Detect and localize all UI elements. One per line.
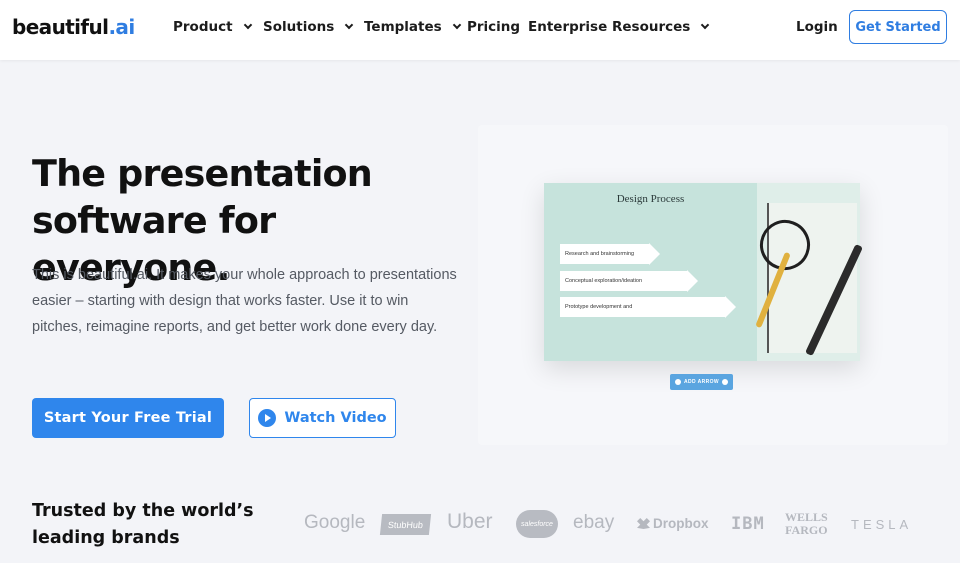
- dropbox-logo-text: Dropbox: [653, 516, 709, 531]
- ebay-logo: ebay: [573, 512, 615, 533]
- wells-fargo-line2: FARGO: [785, 523, 828, 537]
- chevron-down-icon: [345, 20, 354, 30]
- dropbox-icon: [637, 518, 650, 529]
- stubhub-logo: StubHub: [379, 514, 432, 535]
- watch-video-button[interactable]: Watch Video: [249, 398, 396, 438]
- top-navbar: beautiful.ai Product Solutions Templates…: [0, 0, 960, 60]
- nav-pricing[interactable]: Pricing: [467, 19, 520, 35]
- add-arrow-button[interactable]: ADD ARROW: [670, 374, 733, 390]
- logo-text: beautiful: [12, 15, 109, 39]
- play-icon: [258, 409, 277, 427]
- nav-solutions-label: Solutions: [263, 19, 335, 35]
- uber-logo: Uber: [447, 510, 493, 533]
- watch-video-label: Watch Video: [284, 410, 387, 426]
- chevron-down-icon: [701, 20, 710, 30]
- login-link[interactable]: Login: [796, 19, 838, 35]
- chevron-down-icon: [452, 20, 461, 30]
- nav-product[interactable]: Product: [173, 19, 252, 35]
- google-logo: Google: [304, 512, 366, 533]
- slide-arrow-step: Research and brainstorming: [560, 243, 660, 265]
- ibm-logo: IBM: [731, 514, 765, 534]
- add-arrow-label: ADD ARROW: [683, 379, 720, 385]
- hero-title-line1: The presentation: [32, 152, 373, 195]
- chevron-down-icon: [243, 20, 252, 30]
- dropbox-logo: Dropbox: [637, 516, 709, 531]
- settings-icon: [722, 379, 729, 385]
- trusted-heading-line1: Trusted by the world’s: [32, 501, 254, 521]
- nav-templates[interactable]: Templates: [364, 19, 461, 35]
- logo[interactable]: beautiful.ai: [12, 15, 135, 39]
- nav-solutions[interactable]: Solutions: [263, 19, 354, 35]
- nav-enterprise-label: Enterprise: [528, 19, 608, 35]
- nav-pricing-label: Pricing: [467, 19, 521, 35]
- slide-title: Design Process: [616, 193, 685, 205]
- nav-product-label: Product: [173, 19, 233, 35]
- start-free-trial-button[interactable]: Start Your Free Trial: [32, 398, 224, 438]
- slide-arrow-step: Conceptual exploration/ideation: [560, 270, 698, 292]
- plus-icon: [674, 379, 681, 385]
- trusted-heading-line2: leading brands: [32, 528, 180, 548]
- tesla-logo: TESLA: [851, 517, 913, 532]
- wells-fargo-logo: WELLS FARGO: [785, 511, 828, 537]
- slide-arrow-step: Prototype development and: [560, 296, 736, 318]
- nav-enterprise[interactable]: Enterprise: [528, 19, 607, 35]
- salesforce-logo: salesforce: [516, 510, 558, 538]
- hero-description: This is beautiful.ai. It makes your whol…: [32, 267, 457, 335]
- slide-content-panel: Design Process Research and brainstormin…: [544, 183, 757, 361]
- trusted-heading: Trusted by the world’s leading brands: [32, 498, 272, 552]
- nav-resources-label: Resources: [612, 19, 691, 35]
- nav-templates-label: Templates: [364, 19, 442, 35]
- get-started-button[interactable]: Get Started: [849, 10, 947, 44]
- logo-suffix: .ai: [108, 15, 135, 39]
- nav-resources[interactable]: Resources: [612, 19, 710, 35]
